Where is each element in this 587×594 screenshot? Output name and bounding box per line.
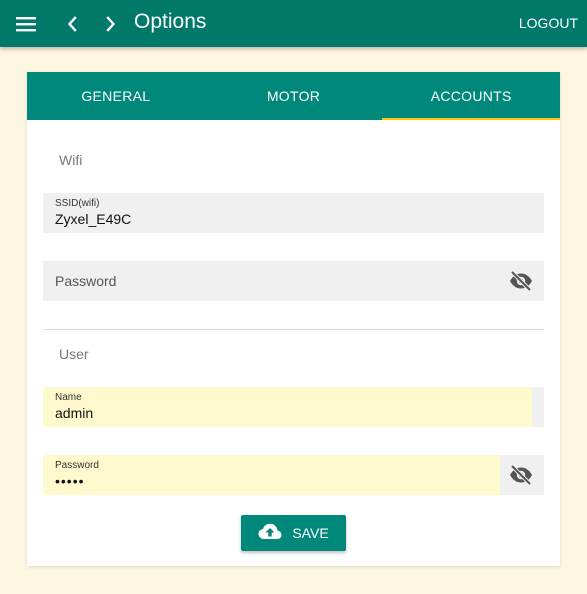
app-bar: Options LOGOUT [0, 0, 587, 47]
user-name-label: Name [55, 392, 82, 403]
save-button-label: SAVE [292, 525, 329, 541]
chevron-left-icon[interactable] [58, 0, 86, 47]
ssid-value: Zyxel_E49C [55, 211, 132, 227]
tab-bar: GENERAL MOTOR ACCOUNTS [27, 72, 560, 120]
wifi-password-placeholder: Password [55, 273, 117, 289]
user-name-field[interactable]: Name admin [43, 387, 544, 427]
chevron-right-icon[interactable] [97, 0, 125, 47]
wifi-password-field[interactable]: Password [43, 261, 544, 301]
autofill-highlight [43, 455, 500, 495]
save-button[interactable]: SAVE [241, 515, 346, 551]
section-divider [43, 329, 544, 330]
tab-motor[interactable]: MOTOR [205, 72, 383, 120]
visibility-off-icon[interactable] [508, 269, 534, 293]
autofill-highlight [43, 387, 532, 427]
user-section-label: User [59, 346, 89, 362]
user-password-field[interactable]: Password ••••• [43, 455, 544, 495]
ssid-field[interactable]: SSID(wifi) Zyxel_E49C [43, 193, 544, 233]
logout-button[interactable]: LOGOUT [519, 15, 578, 31]
options-card: GENERAL MOTOR ACCOUNTS Wifi SSID(wifi) Z… [27, 72, 560, 566]
menu-icon[interactable] [10, 0, 42, 47]
tab-general[interactable]: GENERAL [27, 72, 205, 120]
tab-accounts[interactable]: ACCOUNTS [382, 72, 560, 120]
visibility-off-icon[interactable] [508, 463, 534, 487]
wifi-section-label: Wifi [59, 152, 83, 168]
ssid-label: SSID(wifi) [55, 198, 100, 209]
user-password-label: Password [55, 460, 99, 471]
user-name-value: admin [55, 405, 94, 421]
user-password-value: ••••• [55, 473, 85, 489]
page-title: Options [134, 10, 207, 33]
cloud-upload-icon [258, 523, 282, 543]
